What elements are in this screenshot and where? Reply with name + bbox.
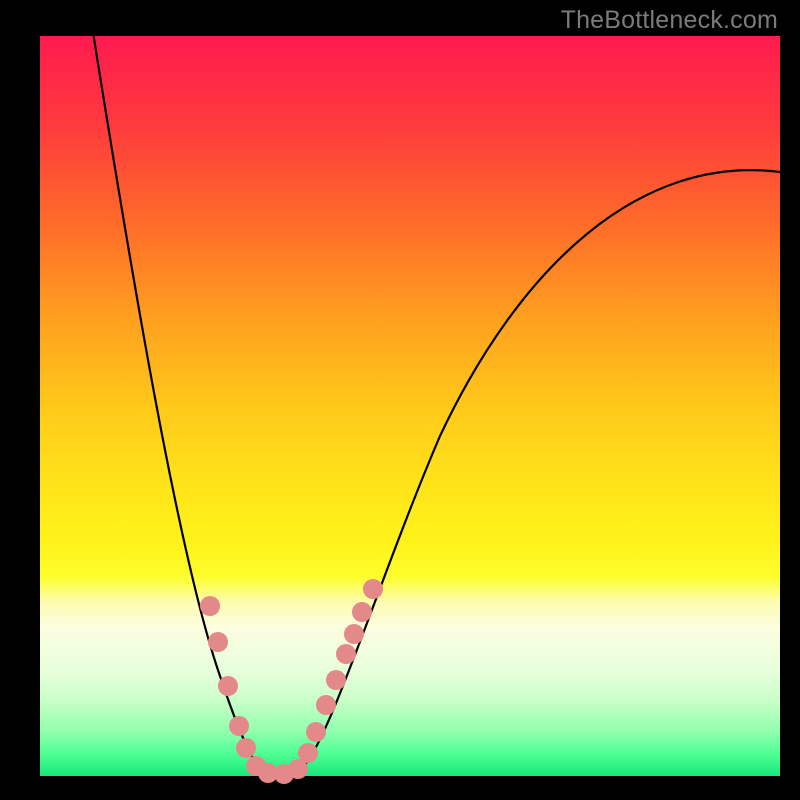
data-dot [298,743,318,763]
data-dot [316,695,336,715]
data-dot [363,579,383,599]
data-dot [236,738,256,758]
data-dot [336,644,356,664]
data-dot [326,670,346,690]
watermark-text: TheBottleneck.com [561,6,778,35]
plot-area [40,36,780,776]
chart-container: TheBottleneck.com [0,0,800,800]
data-dot [200,596,220,616]
curve-svg [40,36,780,776]
data-dot [218,676,238,696]
data-dot [344,624,364,644]
data-dot [306,722,326,742]
bottleneck-curve [92,26,780,775]
data-dot [352,602,372,622]
dot-group [200,579,383,784]
data-dot [208,632,228,652]
data-dot [229,716,249,736]
